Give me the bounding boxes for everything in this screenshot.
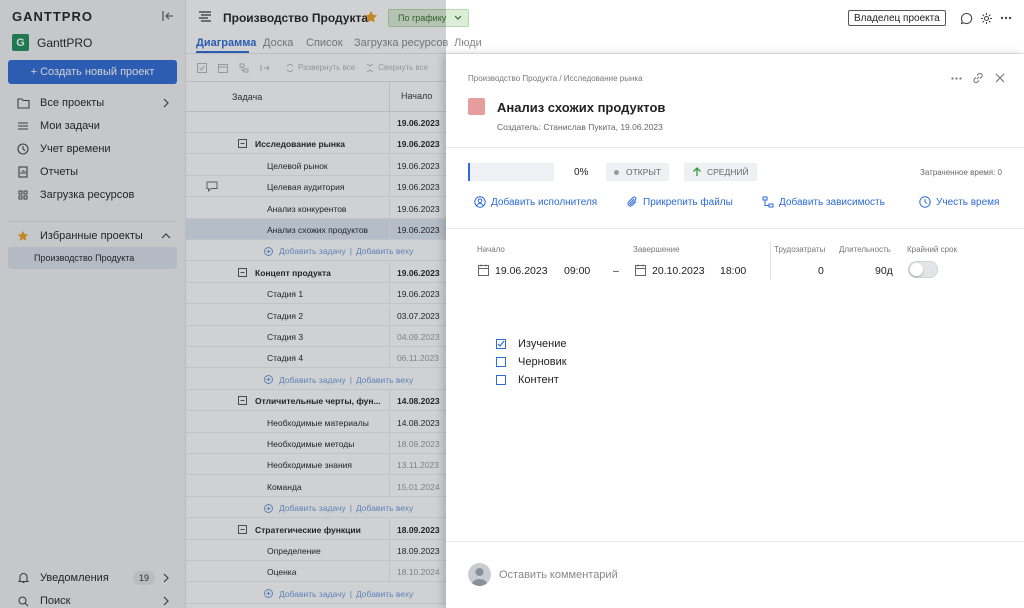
status-label: ОТКРЫТ [626, 167, 662, 177]
more-options-icon[interactable] [950, 72, 962, 84]
start-time-input[interactable]: 09:00 [564, 265, 590, 277]
avatar [468, 563, 491, 586]
log-time-button[interactable]: Учесть время [919, 196, 999, 208]
close-icon[interactable] [994, 72, 1006, 84]
add-dependency-button[interactable]: Добавить зависимость [762, 196, 885, 208]
action-label: Учесть время [936, 196, 1000, 208]
more-options-icon[interactable] [999, 11, 1013, 25]
end-label: Завершение [633, 245, 680, 254]
modal-overlay[interactable] [0, 0, 446, 608]
toggle-knob [910, 263, 923, 276]
checkbox-checked-icon[interactable] [496, 339, 506, 349]
comment-input[interactable]: Оставить комментарий [468, 563, 618, 586]
deadline-toggle[interactable] [908, 261, 938, 278]
checkbox-icon[interactable] [496, 357, 506, 367]
checklist-item-label: Контент [518, 374, 559, 386]
priority-dropdown[interactable]: СРЕДНИЙ [684, 163, 757, 181]
start-label: Начало [477, 245, 505, 254]
arrow-up-icon [692, 167, 702, 177]
checklist-item[interactable]: Контент [496, 374, 559, 386]
owner-button[interactable]: Владелец проекта [848, 10, 946, 26]
chat-icon[interactable] [959, 11, 973, 25]
duration-label: Длительность [839, 245, 891, 254]
copy-link-icon[interactable] [972, 72, 984, 84]
divider [770, 242, 771, 280]
time-spent: Затраченное время: 0 [920, 168, 1002, 177]
action-label: Добавить исполнителя [491, 196, 598, 208]
end-time-input[interactable]: 18:00 [720, 265, 746, 277]
checklist-item-label: Изучение [518, 338, 567, 350]
task-creator: Создатель: Станислав Пукита, 19.06.2023 [497, 122, 663, 132]
action-label: Прикрепить файлы [643, 196, 733, 208]
progress-bar[interactable] [468, 163, 554, 181]
breadcrumb[interactable]: Производство Продукта / Исследование рын… [468, 74, 643, 83]
duration-input[interactable]: 90д [875, 265, 893, 277]
comment-placeholder: Оставить комментарий [499, 568, 618, 581]
priority-label: СРЕДНИЙ [707, 167, 749, 177]
chevron-down-icon [454, 14, 462, 22]
status-dot-icon [614, 169, 619, 175]
task-title[interactable]: Анализ схожих продуктов [497, 100, 665, 115]
progress-value: 0% [574, 167, 589, 178]
checklist-item-label: Черновик [518, 356, 567, 368]
deadline-label: Крайний срок [907, 245, 958, 254]
start-date-input[interactable]: 19.06.2023 [495, 265, 548, 277]
checklist-item[interactable]: Изучение [496, 338, 567, 350]
task-color-swatch[interactable] [468, 98, 485, 115]
effort-input[interactable]: 0 [818, 265, 824, 277]
attach-files-button[interactable]: Прикрепить файлы [626, 196, 733, 208]
calendar-icon[interactable] [634, 263, 646, 276]
user-icon [474, 196, 486, 208]
divider [446, 228, 1024, 229]
calendar-icon[interactable] [477, 263, 489, 276]
date-range-dash: – [613, 265, 619, 277]
panel-actions [950, 72, 1006, 84]
status-dropdown[interactable]: ОТКРЫТ [606, 163, 670, 181]
action-label: Добавить зависимость [779, 196, 885, 208]
tab-people[interactable]: Люди [454, 37, 482, 49]
add-assignee-button[interactable]: Добавить исполнителя [474, 196, 597, 208]
dependency-icon [762, 196, 774, 208]
clock-icon [919, 196, 931, 208]
task-detail-panel: Производство Продукта / Исследование рын… [446, 54, 1024, 608]
end-date-input[interactable]: 20.10.2023 [652, 265, 705, 277]
divider [446, 541, 1024, 542]
divider [446, 147, 1024, 148]
effort-label: Трудозатраты [774, 245, 826, 254]
settings-gear-icon[interactable] [979, 11, 993, 25]
checklist-item[interactable]: Черновик [496, 356, 567, 368]
paperclip-icon [626, 196, 638, 208]
checkbox-icon[interactable] [496, 375, 506, 385]
